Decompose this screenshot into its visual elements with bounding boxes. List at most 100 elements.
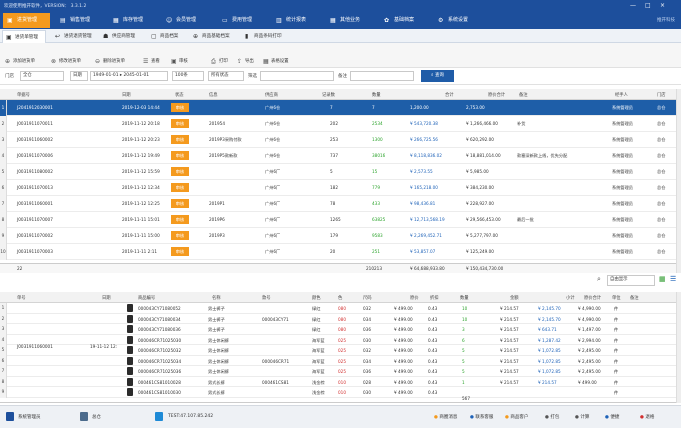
cell-origsum: ¥ 1,497.00 bbox=[578, 327, 601, 332]
table-settings-button[interactable]: ▦ 表格设置 bbox=[262, 57, 289, 66]
main-grid-scrollbar[interactable] bbox=[676, 89, 681, 273]
delete-order-button[interactable]: ⊖ 删除进货单 bbox=[94, 57, 125, 66]
pack-button[interactable]: ● 打包 bbox=[545, 414, 559, 420]
cell-name: 男士休闲裤 bbox=[208, 337, 229, 343]
menu-expenses[interactable]: ▭ 费用管理 bbox=[218, 13, 268, 28]
close-button[interactable]: × bbox=[660, 2, 665, 9]
table-row[interactable]: 5 审核 J0031911080002 2019-11-12 15:59 广州6厂 5 15… bbox=[0, 164, 676, 180]
list-item[interactable]: 1 000043CY71080052 男士裤子 绿红 080 032 ¥ 499.00 0.4… bbox=[0, 303, 676, 314]
minimize-button[interactable]: — bbox=[630, 2, 636, 9]
table-row[interactable]: 2 审核 J0031911070011 2019-11-12 20:18 201954 广… bbox=[0, 116, 676, 132]
edit-order-button[interactable]: ⊗ 修改进货单 bbox=[50, 57, 81, 66]
cell-origsum: ¥ 2,495.00 bbox=[578, 369, 601, 374]
messages-button[interactable]: ● 商圈消息 bbox=[434, 414, 457, 420]
maximize-button[interactable]: □ bbox=[645, 2, 651, 9]
menu-archive[interactable]: ✿ 基础档案 bbox=[380, 13, 430, 28]
cell-disc: 0.43 bbox=[428, 369, 438, 374]
support-button[interactable]: ● 联系客服 bbox=[470, 414, 493, 420]
menu-sales[interactable]: ▤ 销售管理 bbox=[56, 13, 103, 28]
cell-supplier: 广州6仓 bbox=[265, 137, 281, 142]
grid-icon: ▦ bbox=[330, 17, 336, 24]
list-item[interactable]: 9 000461CS81010030 男式长裤 浅金棕 010 030 ¥ 499.00 0.… bbox=[0, 387, 676, 398]
cell-info: 2019P1 bbox=[209, 201, 225, 206]
action-label: 商品客户 bbox=[510, 415, 529, 420]
cell-qty: 7 bbox=[372, 105, 375, 110]
cell-qty: 779 bbox=[372, 185, 380, 190]
display-mode-select[interactable]: 自由显示 bbox=[607, 275, 655, 286]
export-button[interactable]: ⇪ 导出 bbox=[236, 57, 254, 66]
tab-suppliers[interactable]: ☗ 供应商管理 bbox=[100, 30, 144, 43]
cell-origsum: ¥ 499.00 bbox=[578, 379, 597, 385]
cell-handler: 系统管理员 bbox=[612, 249, 633, 254]
table-row[interactable]: 9 审核 J0031911070002 2019-11-11 15:00 2019P3 广… bbox=[0, 228, 676, 244]
table-row[interactable]: 8 审核 J0031911070007 2019-11-11 15:01 2019P6 广… bbox=[0, 212, 676, 228]
query-button[interactable]: ⌕ 查询 bbox=[421, 70, 454, 82]
table-row[interactable]: 1 审核 J2041912030001 2019-12-03 14:44 广州6仓 7 7 1… bbox=[0, 100, 676, 116]
cell-sub: ¥ 1,072.85 bbox=[538, 369, 561, 374]
tab-purchase-orders[interactable]: ▣ 进货单管理 bbox=[2, 30, 46, 43]
audit-button[interactable]: ▣ 审核 bbox=[170, 57, 188, 66]
tab-product-base[interactable]: ⊕ 商品基础档案 bbox=[190, 30, 242, 43]
cell-orig: ¥ 499.00 bbox=[394, 390, 413, 395]
row-number: 2 bbox=[0, 313, 7, 324]
cell-code: 000461CS81010030 bbox=[138, 390, 181, 395]
menu-inventory[interactable]: ▦ 库存管理 bbox=[109, 13, 159, 28]
table-row[interactable]: 10 审核 J0031911070003 2019-11-11 2:11 广州6厂 20 2… bbox=[0, 244, 676, 260]
status-select[interactable]: 所有状态 bbox=[208, 71, 244, 81]
menu-purchase[interactable]: ▣ 进货管理 bbox=[3, 13, 50, 28]
table-row[interactable]: 3 审核 J0031911060002 2019-11-12 20:23 2019P3采… bbox=[0, 132, 676, 148]
cell-origsum: ¥ 4,990.00 bbox=[578, 316, 601, 322]
cell-remark: 款塞深新款上线，优先分配 bbox=[517, 153, 568, 158]
row-number: 9 bbox=[0, 228, 7, 244]
menu-other[interactable]: ▦ 其他业务 bbox=[326, 13, 376, 28]
shortcut-button[interactable]: ● 便捷 bbox=[605, 414, 619, 420]
menu-reports[interactable]: ▥ 统计报表 bbox=[272, 13, 322, 28]
page-size-select[interactable]: 100条 bbox=[172, 71, 204, 81]
row-number: 4 bbox=[0, 334, 7, 345]
audit-icon: ▣ bbox=[171, 58, 177, 65]
menu-settings[interactable]: ⚙ 系统设置 bbox=[434, 13, 484, 28]
button-label: 查询 bbox=[434, 73, 444, 78]
table-row[interactable]: 7 审核 J0031911060001 2019-11-12 12:25 2019P1 广… bbox=[0, 196, 676, 212]
list-item[interactable]: 3 000043CY71080036 男士裤子 绿红 080 036 ¥ 499.00 0.4… bbox=[0, 324, 676, 335]
product-customer-button[interactable]: ● 商品客户 bbox=[505, 414, 528, 420]
date-range-field[interactable]: 1949-01-01 ▸ 2045-01-01 bbox=[90, 71, 168, 81]
list-item[interactable]: 7 000046CR71025036 男士休闲裤 海军蓝 025 036 ¥ 499.00 0… bbox=[0, 366, 676, 377]
list-item[interactable]: 2 000043CY71080034 男士裤子 000043CY71 绿红 080 034 ¥… bbox=[0, 313, 676, 324]
table-row[interactable]: 4 审核 J0031911070006 2019-11-12 19:49 2019P5款… bbox=[0, 148, 676, 164]
column-settings-icon[interactable]: ☰ bbox=[670, 275, 676, 283]
detail-grid-scrollbar[interactable] bbox=[676, 292, 681, 403]
logout-button[interactable]: ● 退格 bbox=[640, 414, 654, 420]
excel-icon[interactable]: ▦ bbox=[659, 275, 666, 283]
cell-store: 总仓 bbox=[657, 153, 666, 158]
cell-unit: 件 bbox=[614, 390, 619, 395]
view-button[interactable]: ☰ 查看 bbox=[142, 57, 160, 66]
store-select[interactable]: 全仓 bbox=[20, 71, 64, 81]
search-icon[interactable]: ⌕ bbox=[597, 275, 601, 284]
col-detail-size: 尺码 bbox=[363, 296, 372, 301]
list-item[interactable]: 6 000046CR71025034 男士休闲裤 000046CR71 海军蓝 025 03… bbox=[0, 355, 676, 366]
remark-input[interactable] bbox=[350, 71, 414, 81]
cell-supplier: 广州6厂 bbox=[265, 233, 281, 238]
detail-grid-header: 单号 日期 商品编号 名称 款号 颜色 色 尺码 原价 折扣 数量 金额 小计 … bbox=[0, 292, 676, 303]
cell-name: 男士休闲裤 bbox=[208, 348, 229, 353]
list-item[interactable]: 8 000461CS81010028 男式长裤 000461CS81 浅金棕 010 028… bbox=[0, 376, 676, 387]
cell-name: 男式长裤 bbox=[208, 390, 225, 395]
text-filter-input[interactable] bbox=[260, 71, 334, 81]
tab-products[interactable]: ▢ 商品档案 bbox=[148, 30, 188, 43]
cell-color: 海军蓝 bbox=[312, 348, 325, 353]
print-button[interactable]: ⎙ 打印 bbox=[210, 57, 228, 66]
menu-members[interactable]: ☺ 会员管理 bbox=[162, 13, 212, 28]
calculator-button[interactable]: ● 计算 bbox=[575, 414, 589, 420]
cell-unit: 件 bbox=[614, 358, 619, 364]
total-amount: ¥ 64,688,933.80 bbox=[410, 266, 445, 271]
table-row[interactable]: 6 审核 J0031911070013 2019-11-12 12:34 广州6厂 182… bbox=[0, 180, 676, 196]
tab-barcode-print[interactable]: ▮ 商品条码打印 bbox=[242, 30, 294, 43]
date-type-select[interactable]: 日期 bbox=[70, 71, 88, 81]
cell-qty: 1 bbox=[462, 379, 465, 385]
add-order-button[interactable]: ⊕ 添加进货单 bbox=[4, 57, 35, 66]
cell-orig: ¥ 18,881,014.00 bbox=[466, 153, 501, 158]
tab-purchase-returns[interactable]: ↩ 进货退货管理 bbox=[52, 30, 100, 43]
col-supplier: 供应商 bbox=[265, 93, 278, 98]
cell-qty: 10 bbox=[462, 316, 468, 322]
